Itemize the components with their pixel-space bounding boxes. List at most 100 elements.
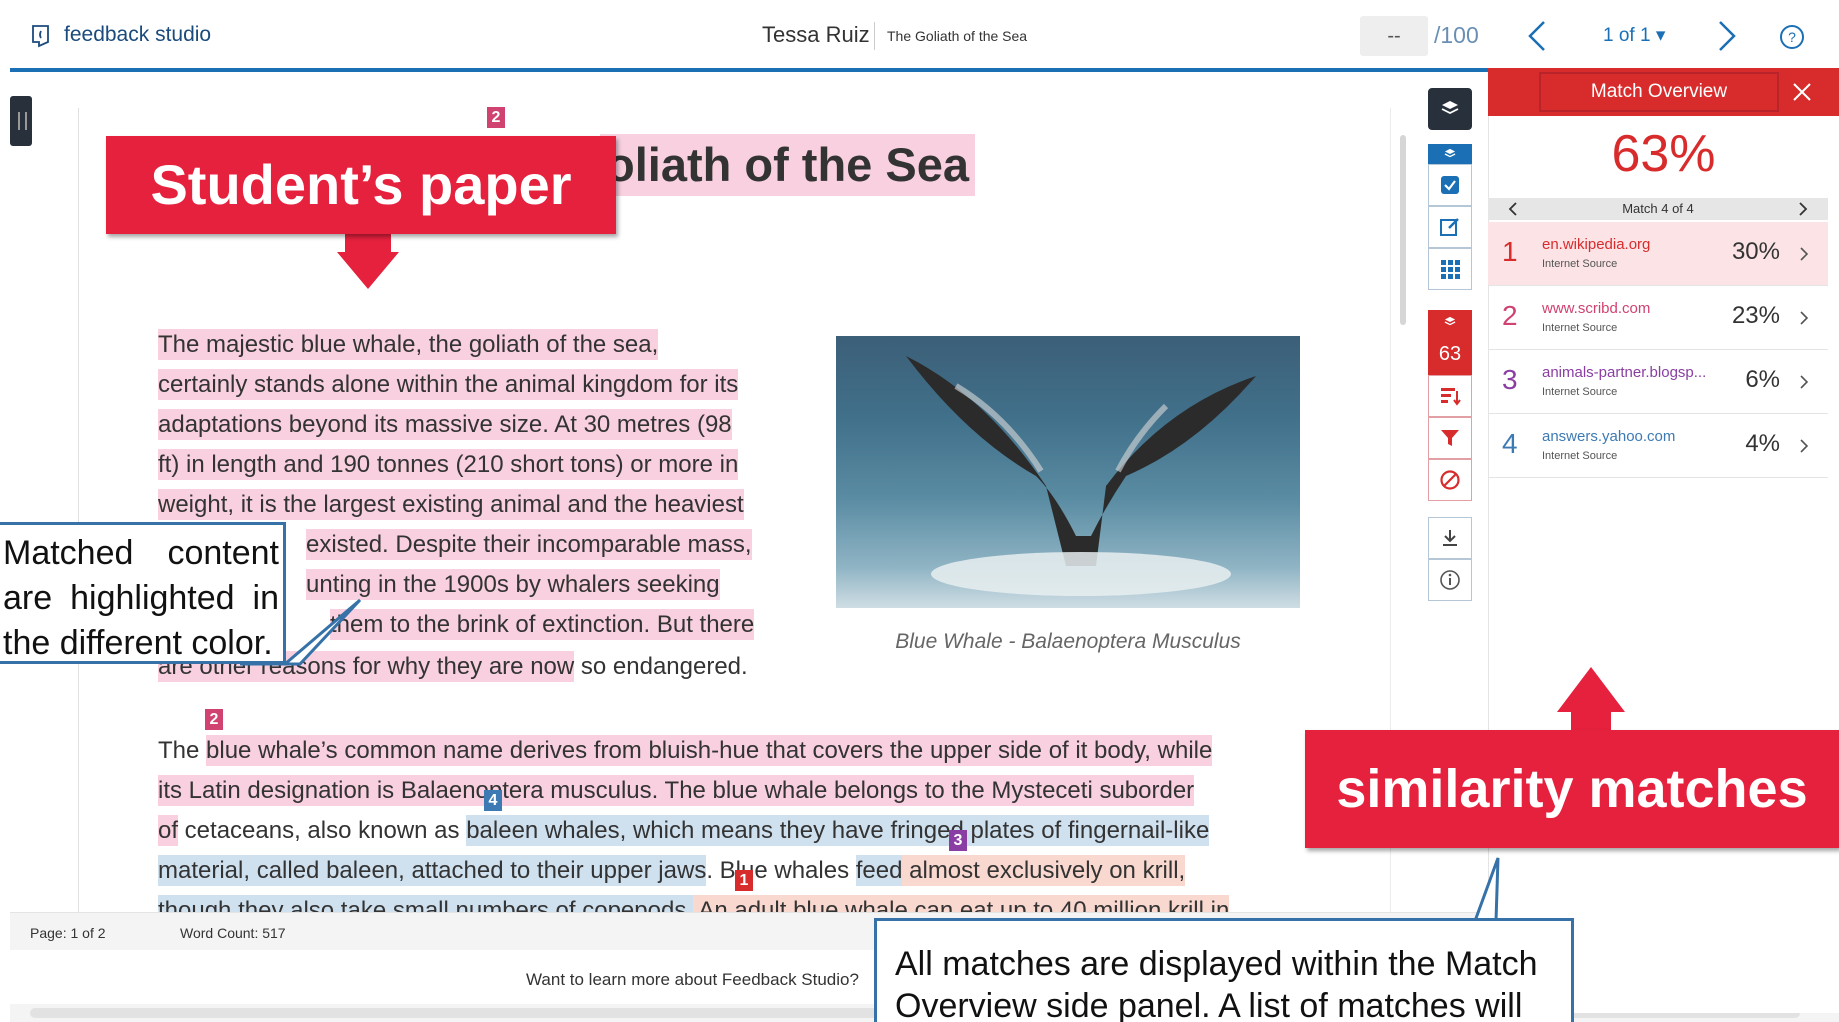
match-source: www.scribd.com: [1542, 300, 1651, 317]
match-navigator-label: Match 4 of 4: [1622, 201, 1694, 216]
paragraph-line: ft) in length and 190 tonnes (210 short …: [158, 449, 739, 480]
match-number: 4: [1502, 428, 1518, 459]
paragraph-line: its Latin designation is Balaenoptera mu…: [158, 775, 1195, 806]
match-badge[interactable]: 2: [487, 107, 505, 128]
layers-icon: [1441, 101, 1459, 115]
all-sources-button[interactable]: [1428, 375, 1472, 417]
match-row[interactable]: 2 www.scribd.com Internet Source 23%: [1488, 286, 1828, 350]
chevron-right-icon: [1800, 247, 1809, 261]
match-number: 1: [1502, 236, 1518, 267]
match-row[interactable]: 1 en.wikipedia.org Internet Source 30%: [1488, 222, 1828, 286]
grade-input[interactable]: --: [1360, 16, 1428, 56]
whale-tail-image: [836, 336, 1300, 608]
info-icon: [1440, 570, 1460, 590]
match-source-type: Internet Source: [1542, 258, 1618, 270]
previous-paper-chevron-icon[interactable]: [1522, 16, 1552, 56]
match-source-type: Internet Source: [1542, 386, 1618, 398]
download-button[interactable]: [1428, 517, 1472, 559]
match-percentage: 23%: [1731, 302, 1780, 329]
match-percentage: 4%: [1745, 430, 1780, 457]
document-title: The Goliath of the Sea: [887, 28, 1028, 44]
image-caption: Blue Whale - Balaenoptera Musculus: [895, 630, 1241, 653]
document-left-border: [78, 108, 79, 913]
all-matches-callout: All matches are displayed within the Mat…: [874, 918, 1574, 1022]
match-source-type: Internet Source: [1542, 322, 1618, 334]
paper-selector[interactable]: 1 of 1 ▾: [1603, 24, 1665, 47]
paragraph-line: existed. Despite their incomparable mass…: [306, 529, 752, 560]
match-source: answers.yahoo.com: [1542, 428, 1676, 445]
grade-total: /100: [1434, 22, 1479, 48]
feedback-studio-app: feedback studio Tessa Ruiz The Goliath o…: [0, 0, 1839, 1022]
overall-similarity: 63%: [1611, 125, 1716, 183]
header-progress-line: [10, 68, 1490, 72]
close-icon[interactable]: [1790, 80, 1814, 104]
rubric-button[interactable]: [1428, 248, 1472, 290]
down-arrow-icon: [337, 234, 399, 289]
feedback-summary-button[interactable]: [1428, 206, 1472, 248]
layers-icon: [1444, 148, 1456, 158]
quickmark-button[interactable]: [1428, 164, 1472, 206]
match-badge[interactable]: 3: [949, 830, 967, 851]
match-source: en.wikipedia.org: [1542, 236, 1651, 253]
match-percentage: 30%: [1731, 238, 1780, 265]
chevron-right-icon: [1800, 311, 1809, 325]
word-count: Word Count: 517: [180, 925, 286, 941]
paragraph-line: unting in the 1900s by whalers seeking: [306, 569, 720, 600]
layers-button[interactable]: [1428, 88, 1472, 130]
info-button[interactable]: [1428, 559, 1472, 601]
block-icon: [1440, 470, 1460, 490]
chevron-right-icon: [1800, 439, 1809, 453]
next-paper-chevron-icon[interactable]: [1712, 16, 1742, 56]
paragraph-line: them to the brink of extinction. But the…: [330, 609, 755, 640]
whale-tail-illustration: [906, 356, 1256, 596]
paragraph-line: though they also take small numbers of c…: [158, 894, 1230, 912]
match-source: animals-partner.blogsp...: [1542, 364, 1707, 381]
match-source-type: Internet Source: [1542, 450, 1618, 462]
student-name: Tessa Ruiz: [762, 22, 870, 47]
match-badge[interactable]: 4: [484, 790, 502, 811]
side-drawer-handle[interactable]: [10, 96, 32, 146]
matched-content-callout: Matched content are highlighted in the d…: [0, 522, 286, 664]
previous-match-chevron-icon[interactable]: [1506, 200, 1520, 218]
top-header: feedback studio Tessa Ruiz The Goliath o…: [0, 0, 1839, 72]
exclude-button[interactable]: [1428, 459, 1472, 501]
similarity-layer-header[interactable]: [1428, 310, 1472, 333]
chevron-right-icon: [1800, 375, 1809, 389]
feedback-logo-icon: [32, 25, 49, 48]
match-badge[interactable]: 1: [735, 870, 753, 891]
document-scrollbar[interactable]: [1400, 135, 1406, 325]
match-row[interactable]: 4 answers.yahoo.com Internet Source 4%: [1488, 414, 1828, 478]
match-number: 3: [1502, 364, 1518, 395]
edit-icon: [1440, 218, 1459, 236]
match-badge[interactable]: 2: [205, 709, 223, 730]
next-match-chevron-icon[interactable]: [1796, 200, 1810, 218]
filter-button[interactable]: [1428, 417, 1472, 459]
grading-layer-header[interactable]: [1428, 144, 1472, 164]
similarity-score-button[interactable]: 63: [1428, 333, 1472, 375]
match-row[interactable]: 3 animals-partner.blogsp... Internet Sou…: [1488, 350, 1828, 414]
learn-more-link[interactable]: Want to learn more about Feedback Studio…: [526, 970, 859, 990]
grid-icon: [1441, 260, 1460, 279]
paragraph-line: The blue whale’s common name derives fro…: [158, 735, 1213, 766]
download-icon: [1443, 530, 1457, 546]
layers-icon: [1444, 316, 1456, 325]
sources-list-icon: [1441, 388, 1461, 406]
brand-name: feedback studio: [64, 23, 212, 46]
paragraph-line: material, called baleen, attached to the…: [158, 855, 1186, 886]
similarity-matches-callout: similarity matches: [1305, 730, 1839, 848]
student-paper-callout: Student’s paper: [106, 136, 616, 234]
paragraph-line: of cetaceans, also known as baleen whale…: [158, 815, 1210, 846]
checkbox-icon: [1441, 176, 1459, 194]
page-count: Page: 1 of 2: [30, 925, 106, 941]
svg-text:?: ?: [1788, 29, 1796, 45]
paragraph-line: The majestic blue whale, the goliath of …: [158, 329, 659, 360]
paragraph-line: weight, it is the largest existing anima…: [158, 489, 744, 520]
filter-icon: [1441, 430, 1459, 446]
match-percentage: 6%: [1745, 366, 1780, 393]
brand[interactable]: feedback studio: [28, 22, 211, 48]
header-divider: [874, 22, 875, 50]
paragraph-line: adaptations beyond its massive size. At …: [158, 409, 732, 440]
document-heading: oliath of the Sea: [600, 134, 975, 196]
match-number: 2: [1502, 300, 1518, 331]
help-icon[interactable]: ?: [1779, 24, 1805, 50]
